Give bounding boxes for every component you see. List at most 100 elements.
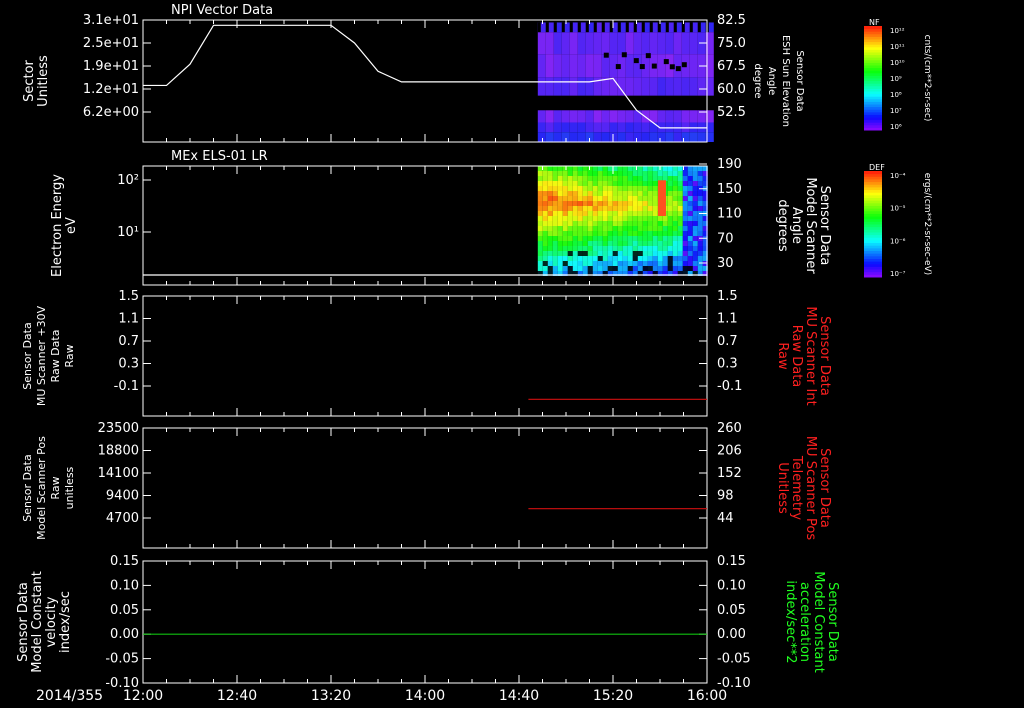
heatmap-cell xyxy=(562,231,568,236)
heatmap-cell xyxy=(582,191,588,196)
heatmap-cell xyxy=(637,206,643,211)
heatmap-cell xyxy=(572,221,578,226)
heatmap-cell xyxy=(657,110,666,123)
colorbar-unit: cnts/(cm**2-sr-sec) xyxy=(922,35,932,122)
heatmap-cell xyxy=(647,191,653,196)
heatmap-cell xyxy=(682,246,688,251)
heatmap-cell xyxy=(672,236,678,241)
date-label: 2014/355 xyxy=(36,688,103,704)
panel-2: MEx ELS-01 LR 10² 10¹ 190 150 110 70 30 Electron… xyxy=(50,149,932,286)
heatmap-cell xyxy=(612,171,618,176)
colorbar-tick: 10⁻⁶ xyxy=(890,237,906,245)
heatmap-cell xyxy=(587,261,593,266)
heatmap-cell xyxy=(687,241,693,246)
heatmap-cell xyxy=(537,261,543,266)
heatmap-cell xyxy=(652,186,658,191)
heatmap-cell xyxy=(637,181,643,186)
y-tick-label: 18800 xyxy=(98,444,139,459)
heatmap-cell xyxy=(607,241,613,246)
heatmap-cell xyxy=(633,110,642,123)
y-tick-label: 0.10 xyxy=(110,578,139,593)
y-tick-label-right: 1.1 xyxy=(717,312,738,327)
heatmap-cell xyxy=(637,246,643,251)
heatmap-cell xyxy=(697,181,703,186)
heatmap-cell xyxy=(692,256,698,261)
heatmap-cell xyxy=(582,236,588,241)
heatmap-cell xyxy=(537,266,543,271)
heatmap-cell xyxy=(612,236,618,241)
heatmap-gap xyxy=(639,64,645,70)
heatmap-cell xyxy=(582,171,588,176)
heatmap-cell xyxy=(647,236,653,241)
heatmap-cell xyxy=(697,241,703,246)
heatmap-cell xyxy=(697,256,703,261)
heatmap-cell xyxy=(537,211,543,216)
heatmap-cell xyxy=(592,196,598,201)
heatmap-cell xyxy=(633,122,642,133)
heatmap-cell xyxy=(677,201,683,206)
heatmap-cell xyxy=(672,256,678,261)
heatmap-cell xyxy=(637,251,643,256)
heatmap-cell xyxy=(625,77,634,96)
heatmap-cell xyxy=(682,261,688,266)
heatmap-cell xyxy=(567,226,573,231)
heatmap-cell xyxy=(625,32,634,55)
heatmap-cell xyxy=(602,231,608,236)
heatmap-cell xyxy=(557,246,563,251)
heatmap-cell xyxy=(597,181,603,186)
heatmap-cell xyxy=(692,186,698,191)
heatmap-cell xyxy=(652,171,658,176)
heatmap-cell xyxy=(572,166,578,171)
heatmap-cell xyxy=(557,201,563,206)
heatmap-cell xyxy=(627,221,633,226)
y-tick-label-right: -0.1 xyxy=(717,379,742,394)
heatmap-cell xyxy=(652,191,658,196)
heatmap-cell xyxy=(672,176,678,181)
heatmap-cell xyxy=(617,241,623,246)
heatmap-cell xyxy=(632,196,638,201)
heatmap-cell xyxy=(617,236,623,241)
heatmap-cell xyxy=(582,201,588,206)
heatmap-cell xyxy=(627,211,633,216)
heatmap-cell xyxy=(547,191,553,196)
heatmap-cell xyxy=(672,241,678,246)
heatmap-cell xyxy=(542,241,548,246)
heatmap-cell xyxy=(607,216,613,221)
heatmap-cell xyxy=(692,176,698,181)
heatmap-cell xyxy=(601,122,610,133)
heatmap-cell xyxy=(545,32,554,55)
heatmap-cell xyxy=(627,251,633,256)
heatmap-cell xyxy=(687,256,693,261)
heatmap-cell xyxy=(577,110,586,123)
heatmap-cell xyxy=(682,211,688,216)
heatmap-cell xyxy=(607,171,613,176)
heatmap-cell xyxy=(632,241,638,246)
heatmap-cell xyxy=(677,236,683,241)
heatmap-cell xyxy=(667,211,673,216)
heatmap-cell xyxy=(537,132,546,142)
heatmap-cell xyxy=(553,54,562,78)
heatmap-cell xyxy=(562,221,568,226)
heatmap-cell xyxy=(577,216,583,221)
heatmap-cell xyxy=(682,241,688,246)
heatmap-cell xyxy=(687,166,693,171)
heatmap-cell xyxy=(572,266,578,271)
heatmap-cell xyxy=(547,216,553,221)
heatmap-cell xyxy=(593,132,602,142)
heatmap-cell xyxy=(677,266,683,271)
heatmap-cell xyxy=(687,221,693,226)
heatmap-cell xyxy=(647,211,653,216)
heatmap-cell xyxy=(647,251,653,256)
heatmap-cell xyxy=(567,171,573,176)
heatmap-cell xyxy=(537,241,543,246)
heatmap-cell xyxy=(681,77,690,96)
y-tick-label-right: 0.15 xyxy=(717,554,746,569)
heatmap-cell xyxy=(547,226,553,231)
heatmap-cell xyxy=(572,216,578,221)
heatmap-cell xyxy=(627,196,633,201)
heatmap-cell xyxy=(552,166,558,171)
heatmap-cell xyxy=(647,201,653,206)
heatmap-cell xyxy=(542,231,548,236)
heatmap-cell xyxy=(587,181,593,186)
y-axis-label-right: MU Scanner Int xyxy=(803,306,818,405)
